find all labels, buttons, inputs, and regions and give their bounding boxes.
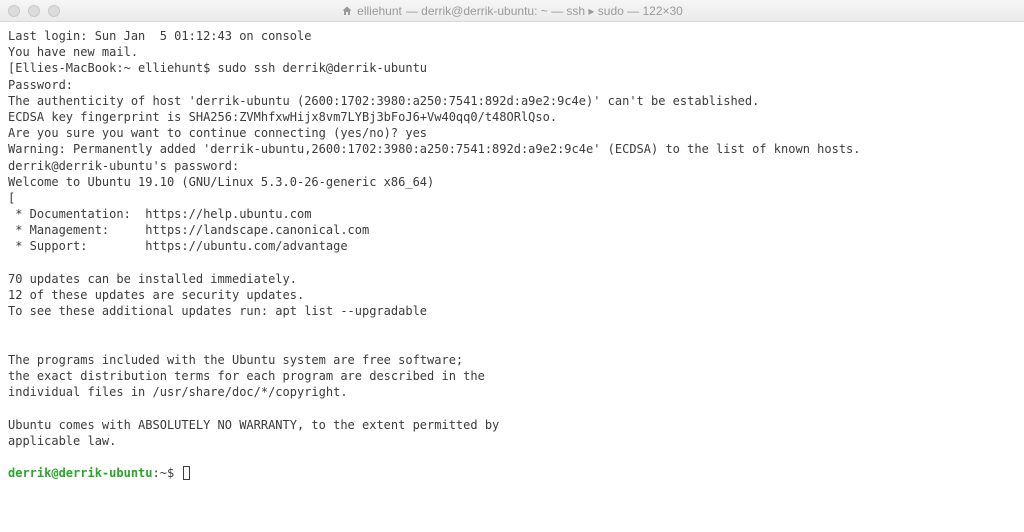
shell-command: sudo ssh derrik@derrik-ubuntu <box>218 61 428 75</box>
titlebar[interactable]: elliehunt — derrik@derrik-ubuntu: ~ — ss… <box>0 0 1024 22</box>
line: ECDSA key fingerprint is SHA256:ZVMhfxwH… <box>8 110 557 124</box>
line: derrik@derrik-ubuntu's password: <box>8 159 239 173</box>
zoom-button[interactable] <box>48 5 60 17</box>
line: [ <box>8 191 15 205</box>
close-button[interactable] <box>8 5 20 17</box>
line: applicable law. <box>8 434 116 448</box>
line: Are you sure you want to continue connec… <box>8 126 427 140</box>
minimize-button[interactable] <box>28 5 40 17</box>
title-folder: elliehunt <box>357 4 402 18</box>
terminal-content[interactable]: Last login: Sun Jan 5 01:12:43 on consol… <box>0 22 1024 532</box>
shell-prompt: [Ellies-MacBook:~ elliehunt$ <box>8 61 218 75</box>
remote-prompt-user: derrik@derrik-ubuntu <box>8 466 153 480</box>
line: Password: <box>8 78 73 92</box>
title-rest: — derrik@derrik-ubuntu: ~ — ssh ▸ sudo —… <box>406 4 683 18</box>
line: The programs included with the Ubuntu sy… <box>8 353 463 367</box>
line: * Support: https://ubuntu.com/advantage <box>8 239 348 253</box>
line: Warning: Permanently added 'derrik-ubunt… <box>8 142 861 156</box>
line: You have new mail. <box>8 45 138 59</box>
line: Ubuntu comes with ABSOLUTELY NO WARRANTY… <box>8 418 499 432</box>
line: the exact distribution terms for each pr… <box>8 369 485 383</box>
line: Last login: Sun Jan 5 01:12:43 on consol… <box>8 29 311 43</box>
line: Welcome to Ubuntu 19.10 (GNU/Linux 5.3.0… <box>8 175 434 189</box>
line: * Management: https://landscape.canonica… <box>8 223 369 237</box>
line: * Documentation: https://help.ubuntu.com <box>8 207 311 221</box>
home-icon <box>341 5 353 17</box>
remote-prompt-path: :~$ <box>153 466 182 480</box>
line: 12 of these updates are security updates… <box>8 288 304 302</box>
window-title: elliehunt — derrik@derrik-ubuntu: ~ — ss… <box>341 4 683 18</box>
line: To see these additional updates run: apt… <box>8 304 427 318</box>
terminal-window: elliehunt — derrik@derrik-ubuntu: ~ — ss… <box>0 0 1024 532</box>
line: 70 updates can be installed immediately. <box>8 272 297 286</box>
window-controls <box>8 5 60 17</box>
line: The authenticity of host 'derrik-ubuntu … <box>8 94 759 108</box>
line: individual files in /usr/share/doc/*/cop… <box>8 385 348 399</box>
cursor <box>183 466 190 480</box>
